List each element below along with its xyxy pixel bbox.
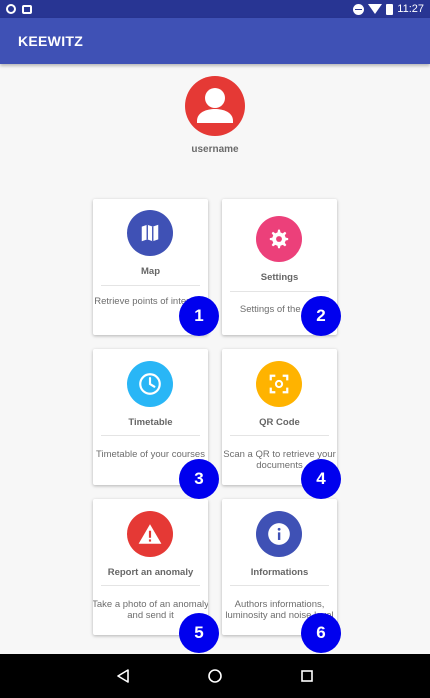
badge-4: 4 — [301, 459, 341, 499]
clock-icon — [127, 361, 173, 407]
status-time: 11:27 — [397, 3, 424, 15]
gear-icon — [256, 216, 302, 262]
card-divider — [230, 435, 329, 436]
timetable-card-title: Timetable — [128, 417, 173, 428]
informations-card-title: Informations — [250, 567, 309, 578]
back-button[interactable] — [109, 662, 137, 690]
username: username — [191, 144, 239, 155]
badge-5: 5 — [179, 613, 219, 653]
android-icon — [22, 4, 32, 14]
wifi-icon — [368, 4, 383, 14]
recents-button[interactable] — [293, 662, 321, 690]
timetable-card-description: Timetable of your courses — [96, 449, 205, 460]
back-icon — [117, 669, 129, 683]
card-divider — [230, 585, 329, 586]
card-divider — [101, 585, 200, 586]
qr-code-card-title: QR Code — [259, 417, 300, 428]
recents-icon — [301, 670, 313, 682]
card-divider — [101, 285, 200, 286]
qr-scan-icon — [256, 361, 302, 407]
status-bar: 11:27 — [0, 0, 430, 18]
card-divider — [230, 291, 329, 292]
report-anomaly-card-title: Report an anomaly — [107, 567, 194, 578]
app-title: KEEWITZ — [18, 33, 84, 49]
warning-icon — [127, 511, 173, 557]
battery-icon — [386, 3, 394, 15]
badge-6: 6 — [301, 613, 341, 653]
navigation-bar — [0, 654, 430, 698]
home-button[interactable] — [201, 662, 229, 690]
home-icon — [208, 669, 222, 683]
settings-card-title: Settings — [260, 272, 299, 283]
badge-1: 1 — [179, 296, 219, 336]
card-divider — [101, 435, 200, 436]
info-icon — [256, 511, 302, 557]
avatar[interactable] — [185, 76, 245, 136]
app-bar: KEEWITZ — [0, 18, 430, 64]
badge-2: 2 — [301, 296, 341, 336]
badge-3: 3 — [179, 459, 219, 499]
notification-icon — [6, 4, 16, 14]
map-icon — [127, 210, 173, 256]
do-not-disturb-icon — [353, 3, 365, 15]
map-card-title: Map — [141, 266, 160, 277]
person-icon — [197, 88, 233, 123]
